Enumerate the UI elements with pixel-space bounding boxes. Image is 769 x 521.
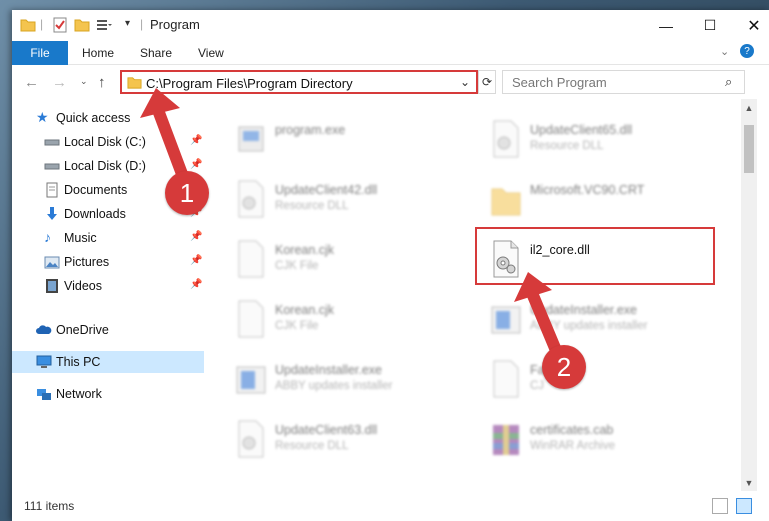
sidebar-item-onedrive[interactable]: OneDrive	[12, 319, 204, 341]
drive-icon	[44, 163, 60, 170]
dll-icon	[238, 180, 264, 218]
videos-icon	[46, 279, 58, 293]
pin-icon: 📌	[190, 255, 203, 266]
folder-icon	[491, 188, 521, 216]
file-list: program.exe UpdateClient42.dll Resource …	[207, 99, 741, 491]
maximize-button[interactable]: ☐	[688, 10, 732, 41]
address-bar[interactable]: C:\Program Files\Program Directory ⌄	[120, 70, 478, 94]
new-folder-icon[interactable]	[74, 17, 90, 33]
step-badge-1: 1	[165, 171, 209, 215]
address-path: C:\Program Files\Program Directory	[146, 76, 353, 91]
pin-icon: 📌	[190, 135, 203, 146]
pictures-icon	[44, 256, 60, 269]
folder-icon	[127, 77, 142, 89]
file-explorer-window: | ▾ | Program — ☐ ✕ File Home Share View…	[12, 10, 769, 521]
sidebar-item-local-disk-c[interactable]: Local Disk (C:) 📌	[12, 131, 204, 153]
archive-icon	[493, 425, 519, 455]
properties-icon[interactable]	[52, 17, 68, 33]
exe-icon	[238, 126, 264, 152]
sidebar-item-videos[interactable]: Videos 📌	[12, 275, 204, 297]
list-item[interactable]: program.exe	[207, 115, 447, 169]
list-item[interactable]: Microsoft.VC90.CRT	[462, 175, 702, 229]
search-placeholder: Search Program	[512, 75, 607, 90]
scroll-thumb[interactable]	[744, 125, 754, 173]
close-button[interactable]: ✕	[732, 10, 769, 41]
pin-icon: 📌	[190, 159, 203, 170]
sidebar-item-network[interactable]: Network	[12, 383, 204, 405]
file-highlight-box	[475, 227, 715, 285]
sidebar-item-this-pc[interactable]: This PC	[12, 351, 204, 373]
vertical-scrollbar[interactable]: ▲ ▼	[741, 99, 757, 491]
sidebar-item-pictures[interactable]: Pictures 📌	[12, 251, 204, 273]
refresh-button[interactable]: ⟳	[478, 70, 496, 94]
list-item[interactable]: UpdateClient63.dll Resource DLL	[207, 415, 447, 469]
step-badge-2: 2	[542, 345, 586, 389]
divider: |	[140, 17, 144, 31]
tab-share[interactable]: Share	[140, 46, 172, 60]
scroll-down-icon[interactable]: ▼	[741, 474, 757, 491]
list-item[interactable]: UpdateClient42.dll Resource DLL	[207, 175, 447, 229]
network-icon	[37, 389, 51, 400]
dll-icon	[493, 120, 519, 158]
tab-view[interactable]: View	[198, 46, 224, 60]
pc-icon	[36, 355, 52, 368]
file-icon	[238, 240, 264, 278]
sidebar-item-music[interactable]: ♪ Music 📌	[12, 227, 204, 249]
details-view-button[interactable]	[712, 498, 728, 514]
expand-ribbon-icon[interactable]: ⌄	[720, 45, 729, 58]
title-bar: | ▾ | Program — ☐ ✕	[12, 10, 769, 41]
pin-icon: 📌	[190, 231, 203, 242]
list-item[interactable]: certificates.cab WinRAR Archive	[462, 415, 702, 469]
recent-locations-icon[interactable]: ⌄	[80, 76, 88, 87]
search-icon: ⌕	[725, 74, 733, 89]
file-icon	[493, 360, 519, 398]
pin-icon: 📌	[190, 279, 203, 290]
installer-icon	[236, 366, 266, 394]
file-icon	[238, 300, 264, 338]
documents-icon	[46, 182, 58, 198]
dll-icon	[238, 420, 264, 458]
list-item[interactable]: UpdateClient65.dll Resource DLL	[462, 115, 702, 169]
music-icon: ♪	[44, 229, 51, 245]
qat-dropdown-icon[interactable]: ▾	[125, 18, 130, 29]
navigation-pane: ★ Quick access Local Disk (C:) 📌 Local D…	[12, 99, 204, 491]
list-item[interactable]: UpdateInstaller.exe ABBY updates install…	[462, 295, 702, 349]
tab-file[interactable]: File	[12, 41, 68, 65]
address-row: ← → ⌄ ↑ C:\Program Files\Program Directo…	[12, 65, 769, 99]
list-item[interactable]: Korean.cjk CJK File	[207, 235, 447, 289]
folder-icon[interactable]	[20, 17, 36, 33]
back-button[interactable]: ←	[24, 74, 39, 91]
divider: |	[40, 17, 44, 31]
window-title: Program	[150, 17, 200, 32]
status-bar: 111 items	[12, 491, 769, 521]
forward-button[interactable]: →	[52, 74, 67, 91]
scroll-up-icon[interactable]: ▲	[741, 99, 757, 116]
drive-icon	[44, 139, 60, 146]
star-icon: ★	[36, 109, 49, 125]
list-item[interactable]: UpdateInstaller.exe ABBY updates install…	[207, 355, 447, 409]
search-input[interactable]: Search Program ⌕	[502, 70, 745, 94]
ribbon-tabs: File Home Share View ⌄ ?	[12, 41, 769, 65]
download-icon	[47, 207, 57, 220]
tab-home[interactable]: Home	[82, 46, 114, 60]
cloud-icon	[36, 325, 52, 334]
large-icons-view-button[interactable]	[736, 498, 752, 514]
item-count: 111 items	[24, 499, 75, 513]
installer-icon	[491, 306, 521, 334]
list-item[interactable]: Korean.cjk CJK File	[207, 295, 447, 349]
address-dropdown-icon[interactable]: ⌄	[460, 75, 470, 89]
minimize-button[interactable]: —	[644, 10, 688, 41]
sidebar-item-quick-access[interactable]: ★ Quick access	[12, 107, 204, 129]
help-icon[interactable]: ?	[740, 44, 754, 58]
up-button[interactable]: ↑	[98, 74, 106, 91]
customize-icon[interactable]	[96, 17, 112, 33]
